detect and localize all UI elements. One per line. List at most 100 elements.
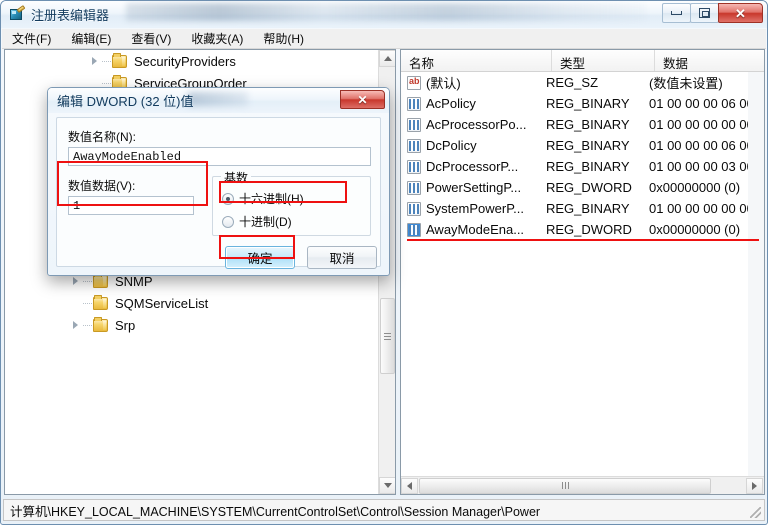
- radio-decimal-dot: [222, 215, 234, 228]
- value-data-label: 数值数据(V):: [68, 179, 136, 193]
- binary-value-icon: [407, 159, 421, 174]
- radio-hexadecimal-dot: [222, 192, 234, 205]
- binary-value-icon: [407, 117, 421, 132]
- folder-icon: [93, 316, 108, 332]
- column-header-name[interactable]: 名称: [401, 50, 552, 71]
- value-data-input[interactable]: 1: [68, 196, 194, 215]
- value-name-cell: DcProcessorP...: [401, 159, 546, 174]
- string-value-icon: [407, 75, 421, 90]
- registry-values-pane[interactable]: 名称 类型 数据 (默认) REG_SZ (数值未设置) AcPolicy REG_BI…: [400, 49, 765, 495]
- value-row[interactable]: DcPolicy REG_BINARY 01 00 00 00 06 00: [401, 135, 764, 156]
- menu-item-favorites[interactable]: 收藏夹(A): [191, 30, 243, 47]
- registry-editor-icon: [8, 5, 26, 23]
- dialog-close-button[interactable]: ✕: [340, 90, 385, 109]
- radio-decimal[interactable]: 十进制(D): [222, 213, 292, 230]
- status-bar: 计算机\HKEY_LOCAL_MACHINE\SYSTEM\CurrentCon…: [3, 499, 765, 521]
- radio-decimal-label: 十进制(D): [239, 215, 292, 229]
- chevron-up-icon: [383, 56, 392, 61]
- close-button[interactable]: ✕: [718, 3, 763, 23]
- expand-arrow-icon[interactable]: [70, 276, 81, 287]
- value-type-cell: REG_BINARY: [546, 117, 630, 132]
- binary-value-icon: [407, 138, 421, 153]
- value-name-text: SystemPowerP...: [426, 201, 525, 216]
- tree-scroll-down-button[interactable]: [379, 477, 395, 494]
- value-data-cell: 01 00 00 00 00 00: [649, 117, 754, 132]
- minimize-button[interactable]: [662, 3, 691, 23]
- values-horizontal-scrollbar[interactable]: [401, 476, 764, 494]
- hscroll-left-button[interactable]: [401, 477, 418, 494]
- dialog-body: 数值名称(N): AwayModeEnabled 数值数据(V): 1 基数 十…: [56, 117, 381, 269]
- value-row[interactable]: AcProcessorPo... REG_BINARY 01 00 00 00 00…: [401, 114, 764, 135]
- base-groupbox-label: 基数: [221, 169, 252, 186]
- maximize-button[interactable]: [690, 3, 719, 23]
- value-type-cell: REG_DWORD: [546, 180, 632, 195]
- ok-button[interactable]: 确定: [225, 246, 295, 269]
- value-type-cell: REG_BINARY: [546, 201, 630, 216]
- value-name-cell: AwayModeEna...: [401, 222, 546, 237]
- titlebar-blur-overlay: [126, 3, 646, 21]
- menu-item-help[interactable]: 帮助(H): [263, 30, 304, 47]
- value-row[interactable]: PowerSettingP... REG_DWORD 0x00000000 (0): [401, 177, 764, 198]
- value-row[interactable]: AwayModeEna... REG_DWORD 0x00000000 (0): [401, 219, 764, 240]
- value-row[interactable]: (默认) REG_SZ (数值未设置): [401, 72, 764, 93]
- tree-node[interactable]: SQMServiceList: [5, 292, 379, 314]
- value-type-cell: REG_BINARY: [546, 96, 630, 111]
- expand-arrow-icon[interactable]: [89, 56, 100, 67]
- column-header-data[interactable]: 数据: [655, 50, 764, 71]
- tree-node[interactable]: SecurityProviders: [5, 50, 379, 72]
- expand-arrow-icon[interactable]: [70, 320, 81, 331]
- tree-connector-line: [83, 324, 92, 326]
- radio-hexadecimal[interactable]: 十六进制(H): [222, 190, 304, 207]
- value-row[interactable]: SystemPowerP... REG_BINARY 01 00 00 00 00 …: [401, 198, 764, 219]
- tree-scrollbar-thumb[interactable]: [380, 298, 395, 374]
- chevron-right-icon: [752, 481, 757, 490]
- value-data-cell: (数值未设置): [649, 76, 723, 91]
- chevron-down-icon: [383, 483, 392, 488]
- values-rows: (默认) REG_SZ (数值未设置) AcPolicy REG_BINARY 01 00…: [401, 72, 764, 240]
- value-name-label: 数值名称(N):: [68, 130, 136, 144]
- tree-node-label: SQMServiceList: [115, 295, 209, 311]
- value-data-cell: 01 00 00 00 03 00: [649, 159, 754, 174]
- value-name-text: PowerSettingP...: [426, 180, 522, 195]
- values-header-row: 名称 类型 数据: [401, 50, 764, 72]
- value-type-cell: REG_DWORD: [546, 222, 632, 237]
- values-vertical-scroll-area[interactable]: [748, 72, 764, 476]
- cancel-button[interactable]: 取消: [307, 246, 377, 269]
- tree-node[interactable]: Srp: [5, 314, 379, 336]
- tree-connector-line: [83, 302, 92, 304]
- menu-item-view[interactable]: 查看(V): [131, 30, 171, 47]
- binary-value-icon: [407, 96, 421, 111]
- minimize-icon: [671, 11, 682, 15]
- hscroll-right-button[interactable]: [746, 477, 763, 494]
- value-name-text: DcProcessorP...: [426, 159, 519, 174]
- status-bar-path: 计算机\HKEY_LOCAL_MACHINE\SYSTEM\CurrentCon…: [10, 504, 541, 519]
- value-name-text: AcProcessorPo...: [426, 117, 527, 132]
- menu-item-file[interactable]: 文件(F): [12, 30, 51, 47]
- menu-item-edit[interactable]: 编辑(E): [71, 30, 111, 47]
- hscroll-thumb[interactable]: [419, 477, 711, 494]
- close-icon: ✕: [735, 5, 746, 21]
- dialog-title-blur-overlay: [188, 92, 248, 106]
- value-data-cell: 01 00 00 00 06 00: [649, 138, 754, 153]
- tree-scroll-up-button[interactable]: [379, 50, 395, 67]
- window-titlebar: 注册表编辑器 ✕: [1, 1, 767, 28]
- folder-icon: [112, 52, 127, 68]
- resize-grip-icon[interactable]: [750, 507, 761, 518]
- column-header-type[interactable]: 类型: [552, 50, 655, 71]
- value-row[interactable]: AcPolicy REG_BINARY 01 00 00 00 06 00: [401, 93, 764, 114]
- value-type-cell: REG_BINARY: [546, 159, 630, 174]
- tree-node-label: SecurityProviders: [134, 53, 236, 69]
- value-name-cell: AcPolicy: [401, 96, 546, 111]
- window-title: 注册表编辑器: [31, 8, 110, 23]
- value-name-cell: PowerSettingP...: [401, 180, 546, 195]
- folder-icon: [93, 294, 108, 310]
- dialog-title: 编辑 DWORD (32 位)值: [57, 94, 194, 109]
- value-name-text: DcPolicy: [426, 138, 477, 153]
- value-row[interactable]: DcProcessorP... REG_BINARY 01 00 00 00 03 …: [401, 156, 764, 177]
- window-controls: ✕: [662, 3, 763, 23]
- value-data-cell: 0x00000000 (0): [649, 222, 741, 237]
- registry-editor-window: 注册表编辑器 ✕ 文件(F) 编辑(E) 查看(V) 收藏夹(A) 帮助(H) …: [0, 0, 768, 525]
- value-name-input[interactable]: AwayModeEnabled: [68, 147, 371, 166]
- value-name-cell: SystemPowerP...: [401, 201, 546, 216]
